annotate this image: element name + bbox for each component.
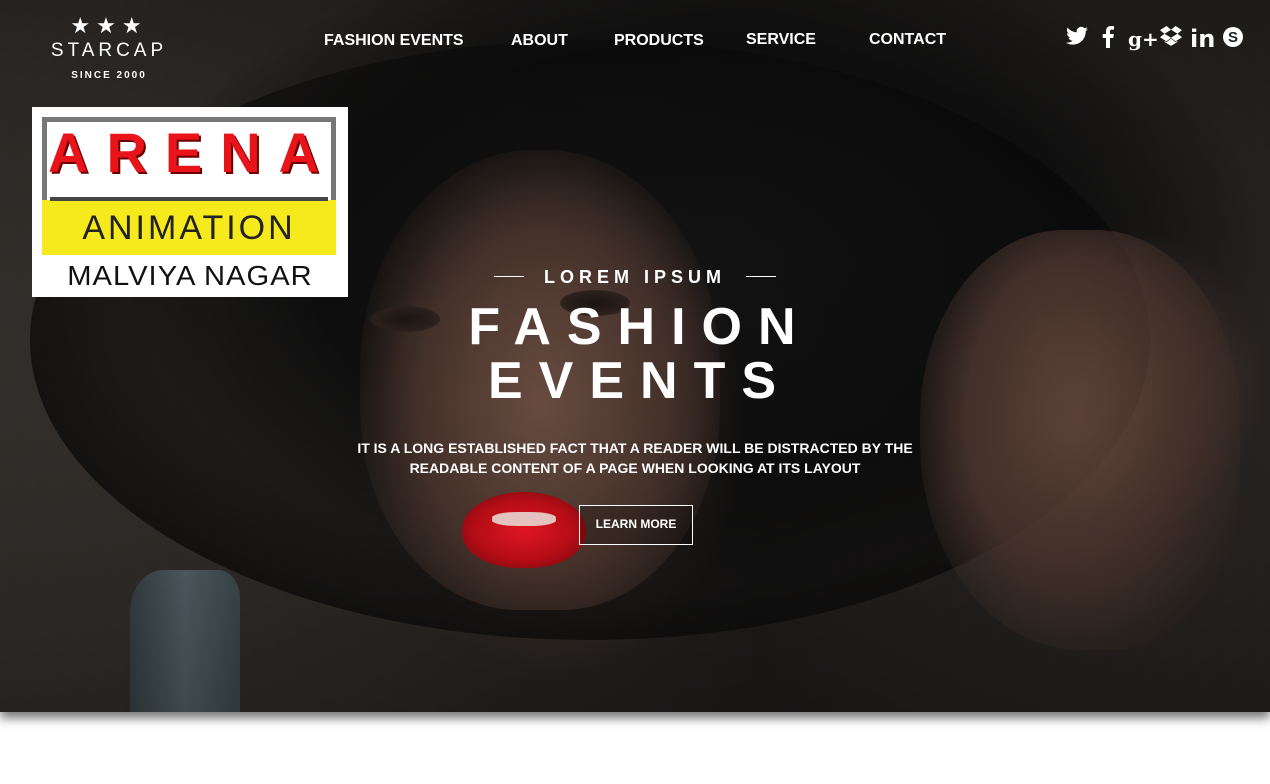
hero-subtitle-line-2: READABLE CONTENT OF A PAGE WHEN LOOKING … [409, 460, 861, 476]
hero-title-line-2: EVENTS [487, 352, 793, 410]
hero-subtitle: IT IS A LONG ESTABLISHED FACT THAT A REA… [340, 438, 930, 478]
hero-subtitle-line-1: IT IS A LONG ESTABLISHED FACT THAT A REA… [357, 440, 913, 456]
learn-more-button[interactable]: LEARN MORE [579, 505, 693, 545]
arena-animation-watermark: ARENA ANIMATION MALVIYA NAGAR [32, 107, 348, 297]
google-plus-icon[interactable]: g+ [1128, 26, 1159, 52]
hero-kicker: LOREM IPSUM [494, 266, 776, 288]
nav-item-products[interactable]: PRODUCTS [614, 32, 704, 50]
dropbox-icon[interactable] [1160, 26, 1182, 53]
nav-item-fashion-events[interactable]: FASHION EVENTS [324, 32, 464, 50]
kicker-line-right [746, 276, 776, 277]
nav-item-service[interactable]: SERVICE [746, 31, 816, 49]
nav-item-contact[interactable]: CONTACT [869, 31, 946, 49]
linkedin-icon[interactable]: in [1190, 26, 1215, 52]
arena-word: ARENA [48, 121, 338, 184]
hero-kicker-text: LOREM IPSUM [543, 267, 726, 287]
brand-since: SINCE 2000 [71, 70, 147, 81]
arena-location-text: MALVIYA NAGAR [67, 260, 313, 291]
skype-icon[interactable]: S [1222, 26, 1244, 55]
svg-text:S: S [1228, 29, 1238, 46]
hero-title: FASHION EVENTS [400, 300, 880, 408]
hero-title-line-1: FASHION [468, 298, 812, 356]
twitter-icon[interactable] [1066, 26, 1088, 53]
nav-item-about[interactable]: ABOUT [511, 32, 568, 50]
facebook-icon[interactable] [1102, 26, 1114, 55]
arena-animation-text: ANIMATION [82, 209, 296, 247]
